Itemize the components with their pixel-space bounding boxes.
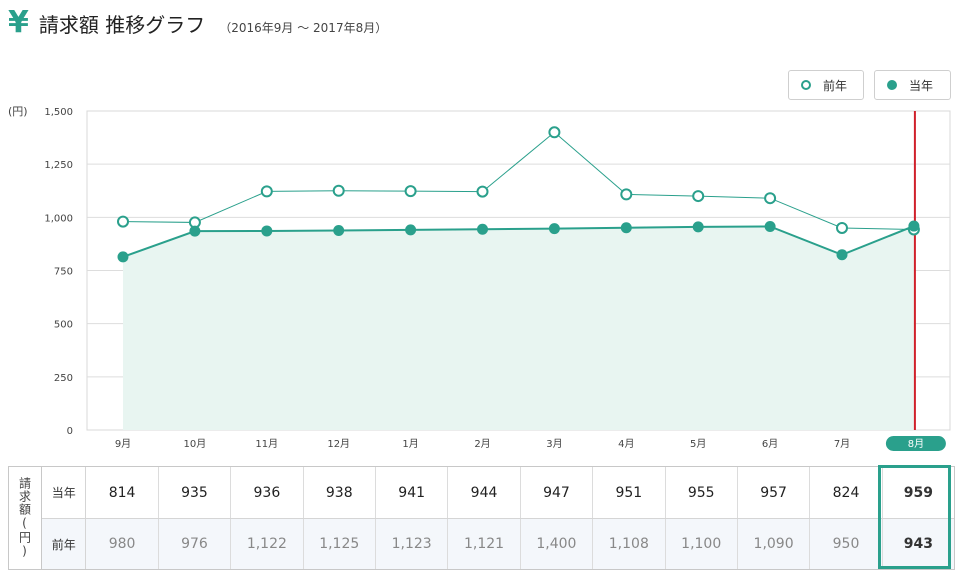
current-area-fill: [123, 226, 914, 430]
prev-data-point: [404, 185, 417, 198]
legend-toggle-prev-year[interactable]: 前年: [788, 70, 864, 100]
y-tick-label: 1,000: [44, 213, 73, 224]
table-cell: 936: [231, 467, 304, 518]
row-label-previous: 前年: [42, 519, 87, 569]
y-tick-label: 1,250: [44, 160, 73, 171]
curr-data-point: [261, 225, 273, 237]
table-cell: 976: [159, 519, 232, 569]
hollow-circle-icon: [801, 80, 811, 90]
table-cell: 1,090: [738, 519, 811, 569]
legend-curr-label: 当年: [909, 78, 934, 93]
y-tick-label: 1,500: [44, 107, 73, 118]
chart-header: ¥ 請求額 推移グラフ （2016年9月 ～ 2017年8月）: [8, 6, 387, 42]
table-cell: 943: [903, 536, 933, 552]
row-label-current: 当年: [42, 467, 87, 518]
prev-data-point: [260, 185, 273, 198]
y-tick-label: 500: [54, 320, 73, 331]
table-cell: 951: [593, 467, 666, 518]
table-cell: 1,122: [231, 519, 304, 569]
table-cell: 955: [666, 467, 738, 518]
curr-data-point: [405, 224, 417, 236]
x-tick-label: 1月: [402, 438, 418, 450]
table-vertical-header: 請求額(円): [9, 467, 42, 569]
curr-data-point: [548, 223, 560, 235]
table-cell: 938: [304, 467, 376, 518]
billing-line-chart: (円) 0 250 500 750 1,000 1,250 1,500 9月 10月 11月 12月 1…: [8, 105, 951, 451]
x-tick-label: 3月: [546, 438, 562, 450]
solid-circle-icon: [887, 80, 897, 90]
x-tick-label: 2月: [474, 438, 490, 450]
table-row-previous: 前年 980 976 1,122 1,125 1,123 1,121 1,400 1,108 1…: [42, 519, 954, 569]
prev-data-point: [764, 192, 777, 205]
curr-data-point: [692, 221, 704, 233]
x-tick-label: 5月: [690, 438, 706, 450]
table-cell: 824: [810, 467, 883, 518]
x-tick-label: 4月: [618, 438, 634, 450]
table-cell: 1,400: [521, 519, 594, 569]
legend-prev-label: 前年: [823, 78, 848, 93]
x-tick-label: 8月: [908, 438, 924, 450]
x-tick-label: 9月: [115, 438, 131, 450]
x-tick-label: 6月: [762, 438, 778, 450]
prev-data-point: [548, 126, 561, 139]
table-cell: 1,125: [304, 519, 376, 569]
prev-data-point: [620, 188, 633, 201]
x-tick-label: 7月: [834, 438, 850, 450]
y-tick-label: 0: [67, 426, 73, 437]
x-tick-label: 12月: [327, 438, 350, 450]
table-cell: 1,123: [376, 519, 449, 569]
table-cell: 1,121: [448, 519, 521, 569]
table-cell: 1,108: [593, 519, 666, 569]
curr-data-point: [764, 220, 776, 232]
curr-data-point: [333, 225, 345, 237]
curr-data-point: [836, 249, 848, 261]
table-cell: 947: [521, 467, 594, 518]
curr-data-point: [908, 220, 920, 232]
curr-data-point: [117, 251, 129, 263]
prev-data-point: [836, 221, 848, 234]
table-cell: 941: [376, 467, 449, 518]
x-tick-label: 10月: [184, 438, 207, 450]
table-cell: 957: [738, 467, 811, 518]
period-subtitle: （2016年9月 ～ 2017年8月）: [219, 21, 388, 35]
prev-data-point: [692, 190, 705, 203]
y-tick-label: 250: [54, 373, 73, 384]
legend-toggle-current-year[interactable]: 当年: [874, 70, 951, 100]
prev-data-point: [332, 184, 345, 197]
table-row-current: 当年 814 935 936 938 941 944 947 951 955 957 824 959: [42, 467, 954, 519]
curr-data-point: [477, 223, 488, 235]
y-tick-label: 750: [54, 267, 73, 278]
page-title: 請求額 推移グラフ: [38, 13, 206, 37]
y-unit-label: (円): [8, 105, 28, 118]
yen-icon: ¥: [8, 5, 29, 40]
curr-data-point: [189, 225, 201, 237]
table-cell: 814: [86, 467, 159, 518]
table-cell: 1,100: [666, 519, 738, 569]
table-cell: 944: [448, 467, 521, 518]
billing-table: 請求額(円) 当年 814 935 936 938 941 944 947 951 955 957…: [8, 466, 955, 570]
curr-data-point: [620, 222, 632, 234]
prev-data-point: [117, 215, 129, 228]
x-tick-label: 11月: [255, 438, 278, 450]
table-cell: 935: [159, 467, 232, 518]
prev-data-point: [476, 185, 489, 198]
table-cell: 959: [903, 484, 933, 501]
table-cell: 950: [810, 519, 883, 569]
table-cell: 980: [86, 519, 159, 569]
